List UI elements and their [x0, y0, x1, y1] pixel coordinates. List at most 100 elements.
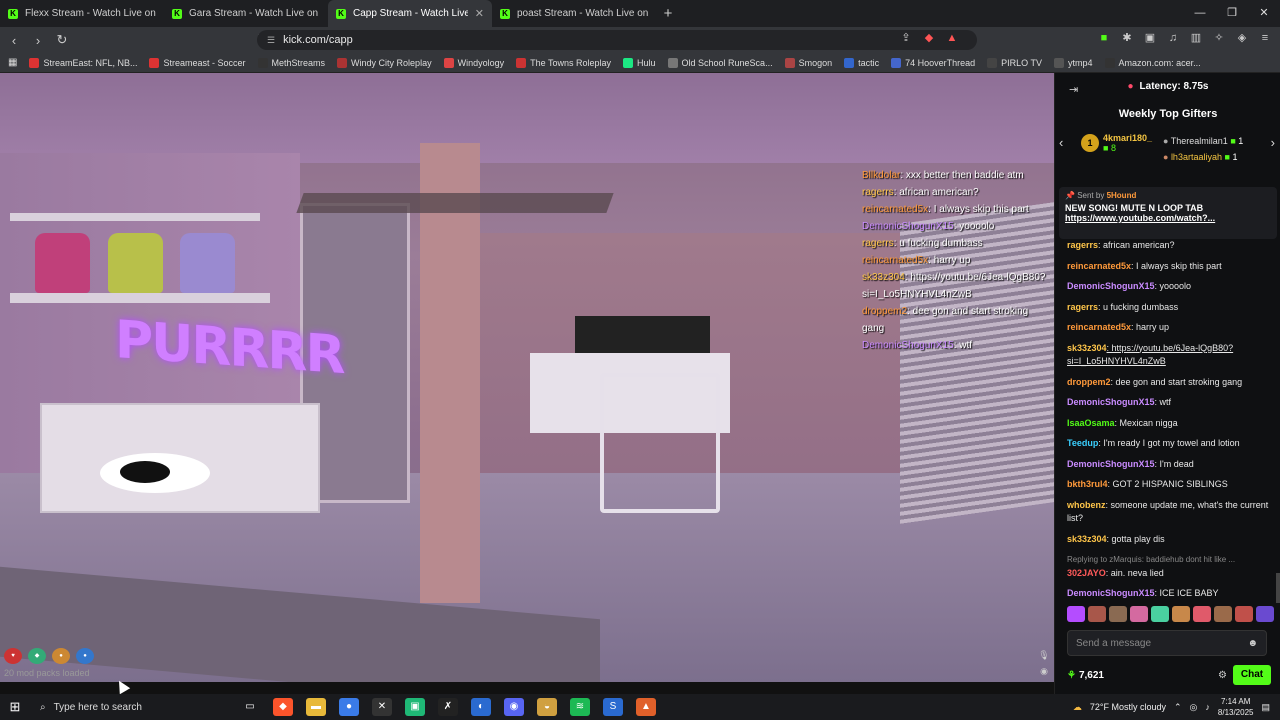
tray-overflow-icon[interactable]: ⌃ [1174, 702, 1182, 713]
bookmark-item[interactable]: StreamEast: NFL, NB... [29, 57, 137, 68]
tab-gara[interactable]: KGara Stream - Watch Live on Kick [164, 0, 328, 27]
chat-scrollbar[interactable] [1276, 573, 1280, 603]
emote-icon[interactable] [1109, 606, 1127, 622]
bookmark-item[interactable]: 74 HooverThread [891, 57, 975, 68]
close-tab-icon[interactable]: ✕ [475, 7, 484, 20]
bookmark-item[interactable]: Streameast - Soccer [149, 57, 246, 68]
spotify-icon[interactable]: ≋ [570, 698, 590, 716]
emote-icon[interactable] [1193, 606, 1211, 622]
new-tab-button[interactable]: + [656, 0, 680, 27]
emote-icon[interactable] [1067, 606, 1085, 622]
emote-icon[interactable] [1130, 606, 1148, 622]
chat-message[interactable]: reincarnated5x: I always skip this part [1067, 260, 1273, 274]
chat-message[interactable]: bkth3rul4: GOT 2 HISPANIC SIBLINGS [1067, 478, 1273, 492]
video-player[interactable]: PURRRR Bllkdolar: xxx better then baddie… [0, 73, 1054, 682]
app-icon[interactable]: ◒ [537, 698, 557, 716]
brave-shield-icon[interactable]: ◆ [922, 31, 936, 45]
chevron-right-icon[interactable]: › [1271, 135, 1275, 150]
share-icon[interactable]: ⇪ [899, 31, 913, 45]
tab-poast[interactable]: Kpoast Stream - Watch Live on Kick [492, 0, 656, 27]
bookmark-item[interactable]: ytmp4 [1054, 57, 1093, 68]
chat-message[interactable]: IsaaOsama: Mexican nigga [1067, 417, 1273, 431]
notification-icon[interactable]: ▤ [1261, 702, 1270, 713]
bookmark-item[interactable]: The Towns Roleplay [516, 57, 611, 68]
close-window-icon[interactable]: ✕ [1248, 0, 1280, 27]
emote-icon[interactable] [1151, 606, 1169, 622]
sidebar-icon[interactable]: ▥ [1189, 31, 1203, 45]
chat-message[interactable]: sk33z304: https://youtu.be/6Jea-lQgB80?s… [1067, 342, 1273, 369]
chat-message[interactable]: reincarnated5x: harry up [1067, 321, 1273, 335]
task-view-icon[interactable]: ▭ [240, 698, 260, 716]
emote-icon[interactable] [1214, 606, 1232, 622]
wallet-icon[interactable]: ▣ [1143, 31, 1157, 45]
app-icon[interactable]: ▲ [636, 698, 656, 716]
file-explorer-icon[interactable]: ▬ [306, 698, 326, 716]
taskbar-search[interactable]: ⌕ Type here to search [30, 696, 220, 718]
chat-message[interactable]: DemonicShogunX15: ICE ICE BABY [1067, 587, 1273, 601]
bookmark-item[interactable]: MethStreams [257, 57, 325, 68]
skype-icon[interactable]: S [603, 698, 623, 716]
chat-message[interactable]: sk33z304: gotta play dis [1067, 533, 1273, 547]
bookmark-item[interactable]: tactic [844, 57, 879, 68]
weather-text[interactable]: 72°F Mostly cloudy [1090, 702, 1166, 712]
pinned-message[interactable]: 📌 Sent by 5Hound NEW SONG! MUTE N LOOP T… [1059, 187, 1277, 239]
windows-start-icon[interactable]: ⊞ [0, 699, 30, 715]
channel-points[interactable]: ⚘ 7,621 [1067, 670, 1104, 681]
app-icon[interactable]: ▣ [405, 698, 425, 716]
bookmark-item[interactable]: Old School RuneSca... [667, 57, 773, 68]
menu-icon[interactable]: ≡ [1258, 31, 1272, 45]
gifter-3[interactable]: ● lh3artaaliyah ■ 1 [1163, 149, 1243, 165]
emote-icon[interactable] [1088, 606, 1106, 622]
app-icon[interactable]: ✕ [372, 698, 392, 716]
back-icon[interactable]: ‹ [4, 33, 24, 48]
puzzle-icon[interactable]: ✱ [1120, 31, 1134, 45]
volume-icon[interactable]: ♪ [1205, 702, 1210, 712]
chat-message[interactable]: DemonicShogunX15: I'm dead [1067, 458, 1273, 472]
chat-message[interactable]: ragerrs: african american? [1067, 239, 1273, 253]
bookmark-item[interactable]: Windyology [443, 57, 504, 68]
chat-message[interactable]: DemonicShogunX15: yoooolo [1067, 280, 1273, 294]
restore-icon[interactable]: ❐ [1216, 0, 1248, 27]
vpn-icon[interactable]: ◈ [1235, 31, 1249, 45]
music-icon[interactable]: ♫ [1166, 31, 1180, 45]
send-message-input[interactable]: Send a message ☻ [1067, 630, 1267, 656]
apps-icon[interactable]: ▦ [8, 57, 17, 68]
gifter-2[interactable]: ● Therealmilan1 ■ 1 [1163, 133, 1243, 149]
tab-flexx[interactable]: KFlexx Stream - Watch Live on Kick [0, 0, 164, 27]
rewards-icon[interactable]: ▲ [945, 31, 959, 45]
chat-message[interactable]: whobenz: someone update me, what's the c… [1067, 499, 1273, 526]
discord-icon[interactable]: ◉ [504, 698, 524, 716]
emote-icon[interactable] [1235, 606, 1253, 622]
chat-message[interactable]: ragerrs: u fucking dumbass [1067, 301, 1273, 315]
emote-icon[interactable] [1256, 606, 1274, 622]
reload-icon[interactable]: ↻ [52, 32, 72, 48]
url-field[interactable]: ☰ kick.com/capp [257, 30, 977, 50]
chat-message[interactable]: 302JAYO: ain. neva lied [1067, 567, 1273, 581]
chat-settings-icon[interactable]: ⚙ [1218, 670, 1227, 681]
forward-icon[interactable]: › [28, 33, 48, 48]
bookmark-item[interactable]: Smogon [784, 57, 832, 68]
chat-send-button[interactable]: Chat [1233, 665, 1271, 685]
bookmark-item[interactable]: PIRLO TV [987, 57, 1042, 68]
bookmark-item[interactable]: Amazon.com: acer... [1104, 57, 1201, 68]
weather-icon[interactable]: ☁ [1073, 702, 1082, 713]
emoji-picker-icon[interactable]: ☻ [1247, 638, 1258, 649]
network-icon[interactable]: ◎ [1190, 702, 1198, 713]
pinned-link[interactable]: https://www.youtube.com/watch?... [1065, 213, 1271, 223]
chat-message[interactable]: DemonicShogunX15: wtf [1067, 396, 1273, 410]
brave-icon[interactable]: ◆ [273, 698, 293, 716]
chevron-left-icon[interactable]: ‹ [1059, 135, 1063, 150]
chat-message[interactable]: droppem2: dee gon and start stroking gan… [1067, 376, 1273, 390]
site-info-icon[interactable]: ☰ [267, 35, 275, 46]
chrome-icon[interactable]: ● [339, 698, 359, 716]
extension-icon[interactable]: ■ [1097, 31, 1111, 45]
bookmark-item[interactable]: Hulu [623, 57, 656, 68]
gifter-card-1[interactable]: 1 4kmari180_ ■ 8 [1081, 133, 1152, 153]
emote-icon[interactable] [1172, 606, 1190, 622]
tab-capp[interactable]: KCapp Stream - Watch Live on✕ [328, 0, 492, 27]
app-icon[interactable]: ✗ [438, 698, 458, 716]
leo-icon[interactable]: ✧ [1212, 31, 1226, 45]
minimize-icon[interactable]: — [1184, 0, 1216, 27]
bookmark-item[interactable]: Windy City Roleplay [337, 57, 432, 68]
chat-message[interactable]: Teedup: I'm ready I got my towel and lot… [1067, 437, 1273, 451]
